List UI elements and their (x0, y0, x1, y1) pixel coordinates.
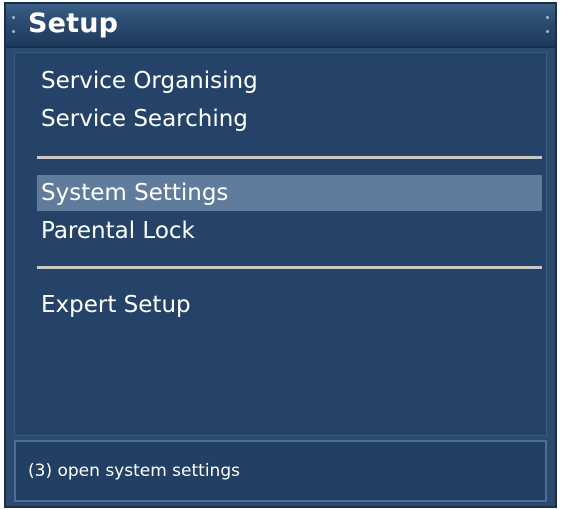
title-bar: Setup (6, 4, 555, 48)
setup-window: Setup Service Organising Service Searchi… (4, 2, 557, 508)
menu-panel: Service Organising Service Searching Sys… (14, 52, 547, 436)
window-title: Setup (28, 8, 119, 39)
rivet-icon (12, 30, 15, 33)
rivet-icon (546, 16, 549, 19)
rivet-icon (546, 30, 549, 33)
menu-item-expert-setup[interactable]: Expert Setup (37, 287, 542, 323)
menu-item-service-searching[interactable]: Service Searching (37, 101, 542, 137)
rivet-icon (12, 16, 15, 19)
status-text: (3) open system settings (28, 461, 240, 481)
status-bar: (3) open system settings (14, 440, 547, 502)
menu-divider (37, 156, 542, 159)
menu-item-service-organising[interactable]: Service Organising (37, 63, 542, 99)
menu-item-parental-lock[interactable]: Parental Lock (37, 213, 542, 249)
menu-item-system-settings[interactable]: System Settings (37, 175, 542, 211)
menu-divider (37, 266, 542, 269)
